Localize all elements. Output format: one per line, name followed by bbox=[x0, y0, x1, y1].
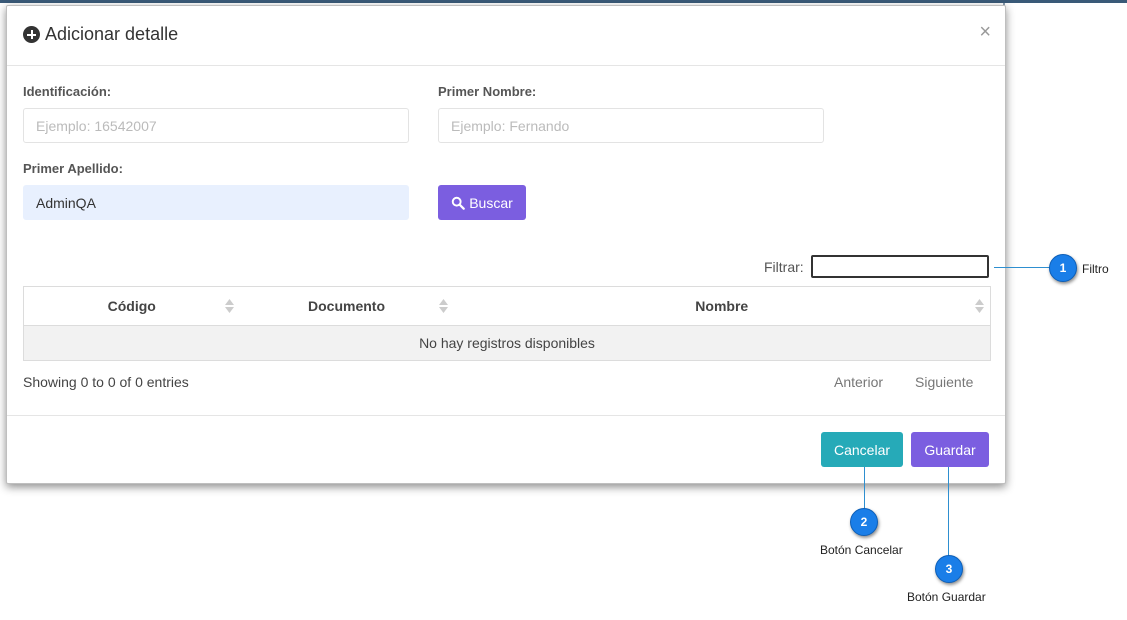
callout-1-label: Filtro bbox=[1082, 262, 1109, 276]
primer-apellido-input[interactable] bbox=[23, 185, 409, 220]
plus-circle-icon bbox=[23, 26, 40, 43]
callout-2-label: Botón Cancelar bbox=[820, 543, 903, 557]
callout-3-label: Botón Guardar bbox=[907, 590, 986, 604]
primer-apellido-label: Primer Apellido: bbox=[23, 161, 123, 176]
search-button[interactable]: Buscar bbox=[438, 185, 526, 220]
add-detail-modal: Adicionar detalle × Identificación: Prim… bbox=[6, 5, 1006, 484]
column-header-label: Nombre bbox=[695, 298, 749, 314]
sort-icon bbox=[438, 299, 448, 313]
table-row: No hay registros disponibles bbox=[23, 325, 991, 361]
callout-1-badge: 1 bbox=[1049, 254, 1077, 282]
previous-page-link[interactable]: Anterior bbox=[834, 374, 883, 390]
identificacion-label: Identificación: bbox=[23, 84, 112, 99]
column-header-codigo[interactable]: Código bbox=[23, 286, 240, 326]
sort-icon bbox=[224, 299, 234, 313]
callout-2-badge: 2 bbox=[850, 508, 878, 536]
results-table: Código Documento Nombre No hay registros… bbox=[23, 286, 991, 361]
column-header-label: Documento bbox=[308, 298, 385, 314]
column-header-documento[interactable]: Documento bbox=[239, 286, 454, 326]
primer-nombre-input[interactable] bbox=[438, 108, 824, 143]
footer-divider bbox=[7, 415, 1005, 416]
primer-nombre-label: Primer Nombre: bbox=[438, 84, 537, 99]
column-header-nombre[interactable]: Nombre bbox=[453, 286, 991, 326]
next-page-link[interactable]: Siguiente bbox=[915, 374, 973, 390]
search-button-label: Buscar bbox=[469, 194, 513, 211]
callout-1-line bbox=[994, 267, 1050, 268]
filter-input[interactable] bbox=[811, 255, 989, 278]
save-button[interactable]: Guardar bbox=[911, 432, 989, 467]
modal-title: Adicionar detalle bbox=[23, 24, 178, 45]
column-header-label: Código bbox=[107, 298, 156, 314]
modal-header: Adicionar detalle × bbox=[7, 6, 1005, 66]
modal-title-text: Adicionar detalle bbox=[45, 24, 179, 44]
close-icon[interactable]: × bbox=[979, 22, 991, 42]
pagination-info: Showing 0 to 0 of 0 entries bbox=[23, 374, 189, 390]
callout-2-line bbox=[864, 467, 865, 509]
cancel-button[interactable]: Cancelar bbox=[821, 432, 903, 467]
identificacion-input[interactable] bbox=[23, 108, 409, 143]
sort-icon bbox=[975, 299, 984, 313]
callout-3-badge: 3 bbox=[935, 555, 963, 583]
empty-table-message: No hay registros disponibles bbox=[23, 325, 991, 361]
filter-label: Filtrar: bbox=[764, 259, 804, 275]
callout-3-line bbox=[948, 467, 949, 556]
background-header-strip bbox=[0, 0, 1127, 3]
search-icon bbox=[451, 196, 466, 210]
